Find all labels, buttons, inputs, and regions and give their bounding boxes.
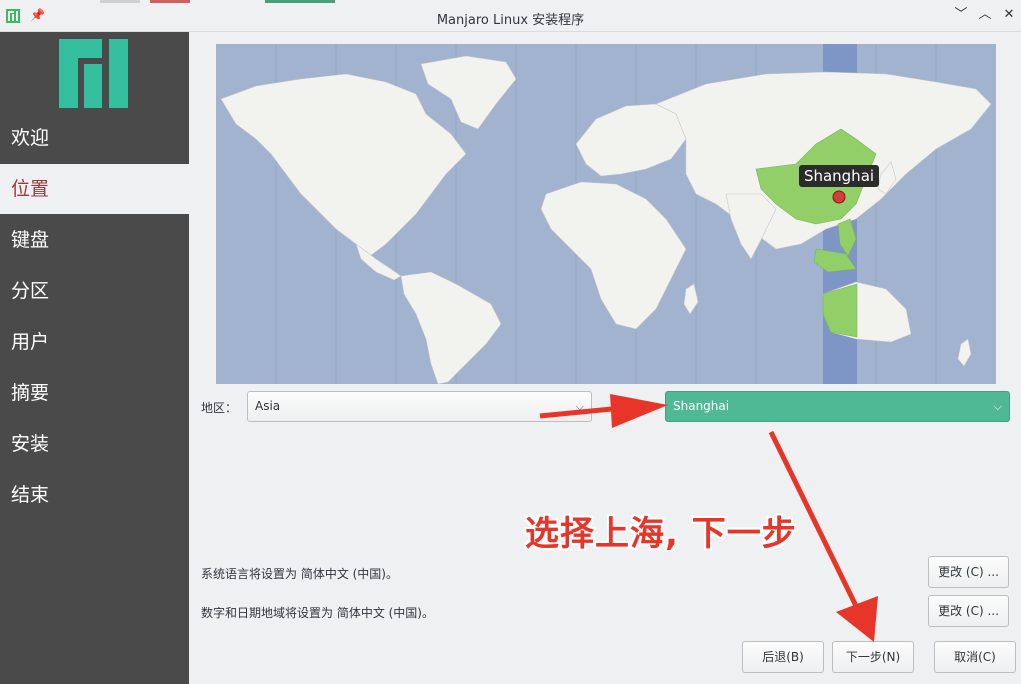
- close-icon[interactable]: ✕: [1001, 7, 1017, 23]
- manjaro-logo-icon: [59, 39, 128, 108]
- chevron-down-icon: ⌵: [993, 400, 1002, 413]
- back-button[interactable]: 后退(B): [742, 641, 824, 673]
- region-label: 地区：: [201, 401, 238, 415]
- location-marker-icon: [832, 190, 846, 204]
- maximize-icon[interactable]: ︿: [977, 7, 993, 23]
- cancel-button[interactable]: 取消(C): [934, 641, 1016, 673]
- title-bar: 📌 Manjaro Linux 安装程序 ﹀ ︿ ✕: [0, 0, 1021, 32]
- sidebar: 欢迎 位置 键盘 分区 用户 摘要 安装 结束: [0, 32, 189, 684]
- sidebar-item-keyboard[interactable]: 键盘: [0, 215, 189, 265]
- zone-value: Shanghai: [673, 399, 730, 413]
- locale-info: 数字和日期地域将设置为 简体中文 (中国)。: [201, 606, 434, 620]
- change-language-button[interactable]: 更改 (C) ...: [928, 556, 1009, 588]
- sidebar-item-summary[interactable]: 摘要: [0, 368, 189, 418]
- language-info: 系统语言将设置为 简体中文 (中国)。: [201, 567, 398, 581]
- sidebar-item-finish[interactable]: 结束: [0, 470, 189, 520]
- region-select[interactable]: Asia ⌵: [247, 391, 592, 422]
- annotation-text: 选择上海, 下一步: [525, 514, 797, 554]
- marker-label: Shanghai: [804, 167, 874, 185]
- zone-checkbox[interactable]: ⊠: [619, 398, 632, 411]
- sidebar-item-install[interactable]: 安装: [0, 419, 189, 469]
- world-map-svg[interactable]: Shanghai: [216, 44, 996, 384]
- chevron-down-icon: ⌵: [575, 400, 584, 413]
- next-button[interactable]: 下一步(N): [832, 641, 914, 673]
- sidebar-item-welcome[interactable]: 欢迎: [0, 113, 189, 163]
- sidebar-item-users[interactable]: 用户: [0, 317, 189, 367]
- change-locale-button[interactable]: 更改 (C) ...: [928, 595, 1009, 627]
- menu-chevron-icon[interactable]: ﹀: [953, 7, 969, 23]
- sidebar-item-partitions[interactable]: 分区: [0, 266, 189, 316]
- sidebar-item-location[interactable]: 位置: [0, 164, 189, 214]
- window-title: Manjaro Linux 安装程序: [436, 13, 585, 28]
- arrow-head-2: [836, 596, 878, 642]
- timezone-world-map[interactable]: Shanghai: [216, 44, 996, 384]
- zone-select[interactable]: Shanghai ⌵: [665, 391, 1010, 422]
- region-value: Asia: [255, 399, 281, 413]
